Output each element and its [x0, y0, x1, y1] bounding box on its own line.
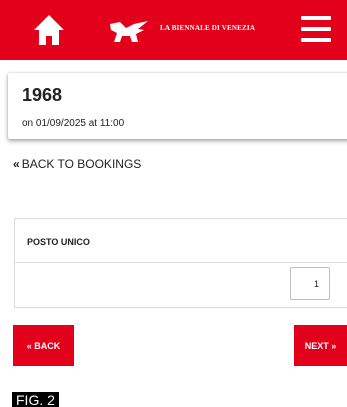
hamburger-menu-icon[interactable] — [301, 16, 331, 42]
event-datetime: on 01/09/2025 at 11:00 — [22, 118, 125, 129]
double-chevron-left-icon: « — [13, 157, 20, 171]
ticket-type-name: POSTO UNICO — [27, 237, 90, 247]
next-button[interactable]: NEXT » — [294, 325, 347, 366]
quantity-input[interactable] — [290, 267, 330, 300]
home-icon[interactable] — [33, 14, 65, 46]
back-to-bookings-label: BACK TO BOOKINGS — [21, 157, 142, 171]
ticket-header: POSTO UNICO — [15, 219, 347, 263]
winged-lion-icon — [110, 21, 148, 42]
header-bar: LA BIENNALE DI VENEZIA — [0, 0, 347, 60]
back-button[interactable]: « BACK — [13, 325, 74, 366]
figure-caption: FIG. 2 — [12, 392, 59, 407]
brand-name: LA BIENNALE DI VENEZIA — [160, 24, 256, 32]
event-card: 1968 on 01/09/2025 at 11:00 — [8, 73, 347, 139]
ticket-panel: POSTO UNICO — [14, 218, 347, 308]
back-to-bookings-link[interactable]: «BACK TO BOOKINGS — [13, 157, 141, 171]
event-title: 1968 — [22, 85, 63, 105]
